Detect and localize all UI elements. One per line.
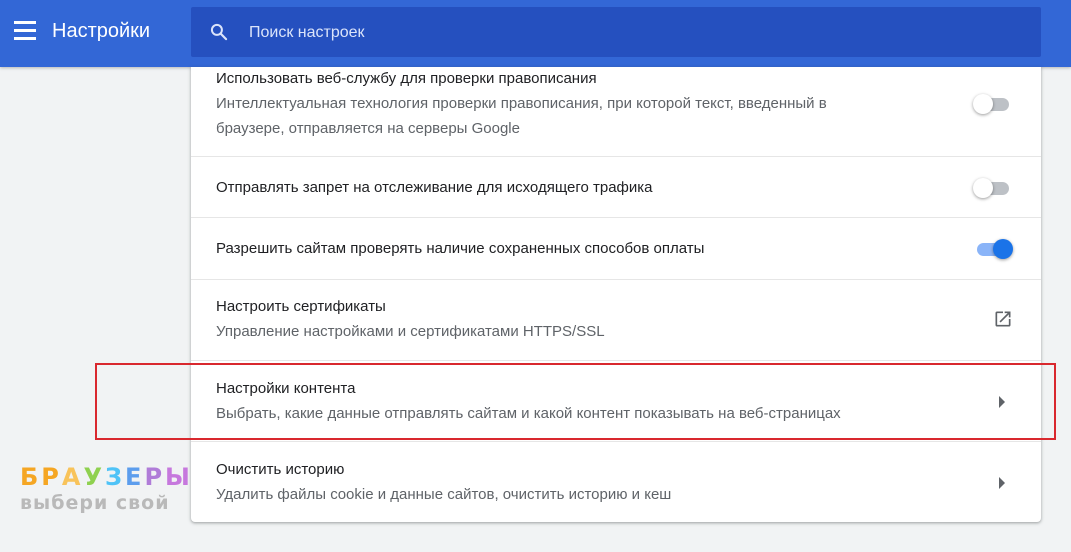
chevron-right-icon[interactable] <box>997 395 1007 409</box>
setting-row-payment-methods[interactable]: Разрешить сайтам проверять наличие сохра… <box>191 217 1041 279</box>
setting-row-do-not-track[interactable]: Отправлять запрет на отслеживание для ис… <box>191 156 1041 217</box>
page-title: Настройки <box>52 20 151 42</box>
settings-card: Использовать веб-службу для проверки пра… <box>191 67 1041 522</box>
setting-description: браузере, отправляется на серверы Google <box>216 120 520 137</box>
setting-title: Разрешить сайтам проверять наличие сохра… <box>216 240 705 257</box>
external-link-icon[interactable] <box>993 309 1013 329</box>
setting-description: Управление настройками и сертификатами H… <box>216 323 605 340</box>
setting-description: Выбрать, какие данные отправлять сайтам … <box>216 405 841 422</box>
watermark-letter: Р <box>144 463 166 491</box>
watermark-letter: Е <box>125 463 145 491</box>
setting-title: Очистить историю <box>216 461 345 478</box>
app-header: Настройки <box>0 0 1071 67</box>
chevron-right-icon[interactable] <box>997 476 1007 490</box>
watermark-letter: З <box>104 463 126 491</box>
do-not-track-toggle[interactable] <box>973 178 1013 198</box>
setting-title: Настройки контента <box>216 380 356 397</box>
setting-row-content-settings[interactable]: Настройки контента Выбрать, какие данные… <box>191 360 1041 441</box>
setting-row-certificates[interactable]: Настроить сертификаты Управление настрой… <box>191 279 1041 360</box>
watermark-letter: Б <box>20 463 42 491</box>
search-icon <box>210 23 228 41</box>
setting-title: Настроить сертификаты <box>216 298 386 315</box>
search-box[interactable] <box>191 7 1041 57</box>
watermark-slogan: выбери свой <box>20 492 170 514</box>
setting-title: Отправлять запрет на отслеживание для ис… <box>216 179 653 196</box>
watermark-logo: БРАУЗЕРЫ выбери свой <box>20 462 193 514</box>
watermark-letter: А <box>61 463 84 491</box>
spellcheck-toggle[interactable] <box>973 94 1013 114</box>
watermark-letter: Ы <box>165 463 193 491</box>
setting-description: Интеллектуальная технология проверки пра… <box>216 95 827 112</box>
watermark-letter: Р <box>41 463 62 491</box>
menu-icon[interactable] <box>14 21 36 41</box>
setting-row-spellcheck[interactable]: Использовать веб-службу для проверки пра… <box>191 67 1041 156</box>
setting-description: Удалить файлы cookie и данные сайтов, оч… <box>216 486 672 503</box>
setting-title: Использовать веб-службу для проверки пра… <box>216 70 597 87</box>
setting-row-clear-history[interactable]: Очистить историю Удалить файлы cookie и … <box>191 441 1041 522</box>
search-input[interactable] <box>247 20 951 46</box>
watermark-letter: У <box>83 463 105 491</box>
payment-methods-toggle[interactable] <box>973 239 1013 259</box>
watermark-brand: БРАУЗЕРЫ <box>20 462 193 492</box>
